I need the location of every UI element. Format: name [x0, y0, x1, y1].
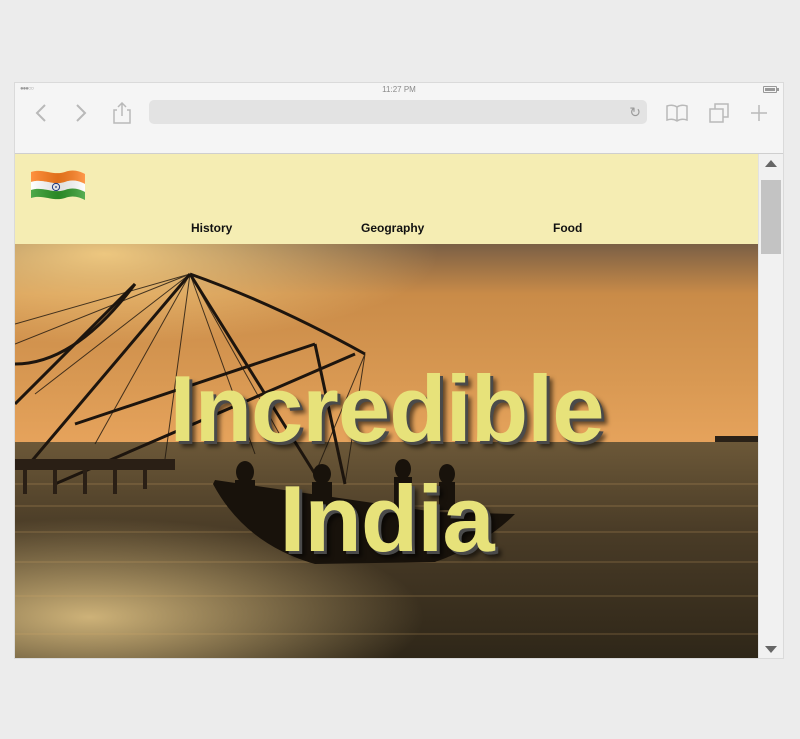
scroll-up-arrow-icon[interactable]	[765, 160, 777, 167]
hero-title-line-2: India	[279, 466, 494, 571]
address-bar[interactable]: ↻	[149, 100, 647, 124]
scroll-thumb[interactable]	[761, 180, 781, 254]
hero-title-line-1: Incredible	[169, 356, 604, 461]
status-bar: ●●●○○ 11:27 PM	[15, 83, 783, 97]
tabs-icon[interactable]	[707, 101, 731, 125]
reload-icon[interactable]: ↻	[629, 104, 641, 120]
plus-icon[interactable]	[747, 101, 771, 125]
vertical-scrollbar[interactable]	[758, 154, 783, 658]
nav-link-history[interactable]: History	[191, 221, 232, 235]
browser-window: ●●●○○ 11:27 PM ↻ History Geography Food …	[14, 82, 784, 659]
site-header: History Geography Food	[15, 154, 758, 244]
status-time: 11:27 PM	[382, 85, 416, 94]
chevron-right-icon[interactable]	[69, 101, 93, 125]
battery-icon	[763, 86, 779, 93]
nav-link-geography[interactable]: Geography	[361, 221, 424, 235]
hero-banner: Incredible India	[15, 244, 758, 658]
share-icon[interactable]	[110, 101, 134, 125]
chevron-left-icon[interactable]	[29, 101, 53, 125]
web-viewport: History Geography Food Incredible India	[15, 153, 783, 658]
scroll-down-arrow-icon[interactable]	[765, 646, 777, 653]
nav-link-food[interactable]: Food	[553, 221, 582, 235]
india-flag-icon[interactable]	[29, 168, 87, 206]
browser-toolbar: ↻	[15, 97, 783, 153]
book-icon[interactable]	[665, 101, 689, 125]
